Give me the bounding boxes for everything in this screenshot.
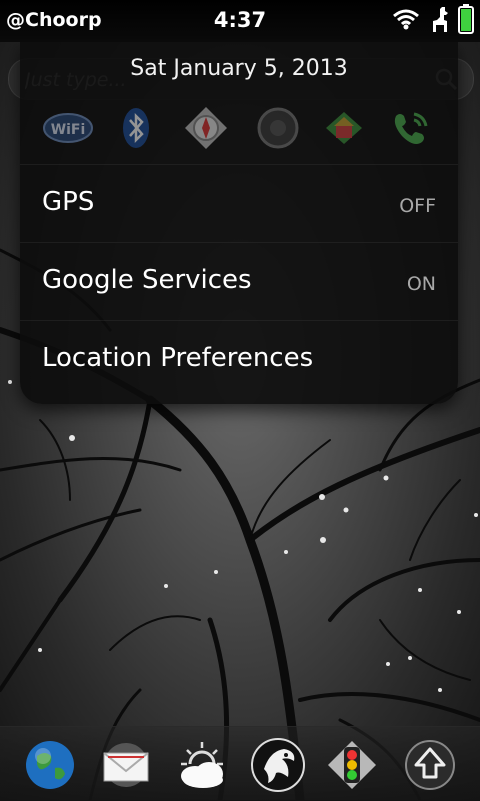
wifi-icon: [392, 8, 420, 34]
quick-toggle-row: WiFi: [20, 96, 458, 170]
weather-icon[interactable]: [172, 735, 232, 795]
email-icon[interactable]: [96, 735, 156, 795]
compass-icon[interactable]: [178, 100, 234, 156]
launcher-up-icon[interactable]: [400, 735, 460, 795]
google-services-toggle-value[interactable]: ON: [407, 273, 436, 295]
menu-item-label: Google Services: [42, 265, 252, 295]
menu-item-label: Location Preferences: [42, 343, 314, 373]
status-icons[interactable]: [392, 4, 474, 38]
menu-item-label: GPS: [42, 187, 95, 217]
menu-item-location-preferences[interactable]: Location Preferences: [20, 320, 458, 399]
globe-icon[interactable]: [20, 735, 80, 795]
wifi-icon[interactable]: WiFi: [40, 100, 96, 156]
battery-icon: [458, 4, 474, 38]
app-dock: [0, 726, 480, 801]
gps-toggle-value[interactable]: OFF: [399, 195, 436, 217]
menu-item-gps[interactable]: GPS OFF: [20, 164, 458, 243]
location-menu-panel: Sat January 5, 2013 WiFi GPS OFF Google …: [20, 42, 458, 404]
menu-item-google-services[interactable]: Google Services ON: [20, 242, 458, 321]
traffic-light-icon[interactable]: [322, 735, 382, 795]
battery-fill: [461, 9, 471, 31]
speaker-icon[interactable]: [250, 100, 306, 156]
status-bar: @Choorp 4:37: [0, 0, 480, 42]
svg-text:WiFi: WiFi: [51, 122, 86, 138]
phone-icon[interactable]: [382, 100, 438, 156]
eagle-icon[interactable]: [248, 735, 308, 795]
bluetooth-icon[interactable]: [108, 100, 164, 156]
panel-date: Sat January 5, 2013: [130, 56, 348, 81]
home-icon[interactable]: [316, 100, 372, 156]
llama-icon: [428, 5, 450, 37]
